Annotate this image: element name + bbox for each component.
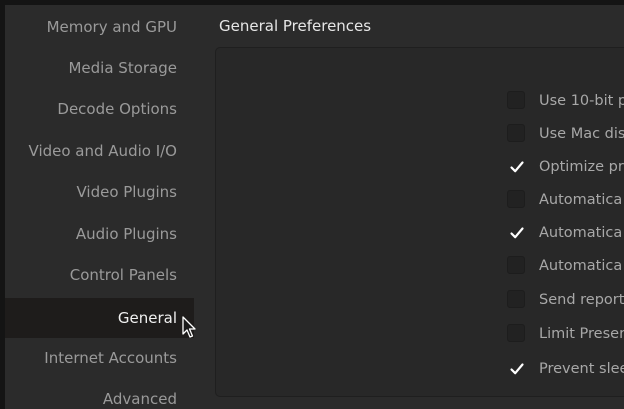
checkmark-icon [510, 363, 524, 375]
sidebar-item-video-and-audio-io[interactable]: Video and Audio I/O [5, 133, 194, 170]
option-row-prevent-sleep[interactable]: Prevent slee [507, 358, 624, 380]
option-row-automatically-1[interactable]: Automatica [507, 189, 624, 211]
checkbox[interactable] [507, 256, 525, 274]
preferences-sidebar: Memory and GPU Media Storage Decode Opti… [5, 5, 194, 409]
sidebar-item-memory-and-gpu[interactable]: Memory and GPU [5, 9, 194, 46]
option-row-limit-presentation[interactable]: Limit Preser [507, 323, 624, 345]
option-label: Use 10-bit p [539, 93, 624, 109]
option-row-automatically-3[interactable]: Automatica [507, 255, 624, 277]
mouse-pointer-icon [182, 316, 196, 338]
sidebar-item-internet-accounts[interactable]: Internet Accounts [5, 340, 194, 377]
sidebar-item-control-panels[interactable]: Control Panels [5, 257, 194, 294]
preferences-window: Memory and GPU Media Storage Decode Opti… [5, 5, 624, 409]
option-label: Automatica [539, 258, 623, 274]
checkbox[interactable] [507, 324, 525, 342]
option-label: Limit Preser [539, 326, 624, 342]
checkbox[interactable] [507, 190, 525, 208]
sidebar-item-video-plugins[interactable]: Video Plugins [5, 174, 194, 211]
checkmark-icon [510, 161, 524, 173]
option-row-send-report[interactable]: Send report [507, 289, 624, 311]
checkbox[interactable] [507, 91, 525, 109]
option-row-optimize[interactable]: Optimize pr [507, 156, 624, 178]
option-label: Send report [539, 292, 624, 308]
option-label: Automatica [539, 192, 623, 208]
sidebar-item-decode-options[interactable]: Decode Options [5, 91, 194, 128]
option-label: Optimize pr [539, 159, 624, 175]
option-row-use-10-bit[interactable]: Use 10-bit p [507, 90, 624, 112]
checkbox-checked[interactable] [507, 157, 525, 175]
option-label: Prevent slee [539, 361, 624, 377]
option-row-automatically-2[interactable]: Automatica [507, 222, 624, 244]
sidebar-item-media-storage[interactable]: Media Storage [5, 50, 194, 87]
checkbox-checked[interactable] [507, 359, 525, 377]
checkbox[interactable] [507, 290, 525, 308]
sidebar-item-audio-plugins[interactable]: Audio Plugins [5, 216, 194, 253]
checkbox-checked[interactable] [507, 223, 525, 241]
sidebar-item-general[interactable]: General [5, 298, 194, 338]
checkmark-icon [510, 227, 524, 239]
sidebar-item-advanced[interactable]: Advanced [5, 381, 194, 409]
checkbox[interactable] [507, 124, 525, 142]
page-title: General Preferences [219, 17, 372, 35]
option-row-use-mac-display[interactable]: Use Mac dis [507, 123, 624, 145]
option-label: Use Mac dis [539, 126, 624, 142]
option-label: Automatica [539, 225, 623, 241]
